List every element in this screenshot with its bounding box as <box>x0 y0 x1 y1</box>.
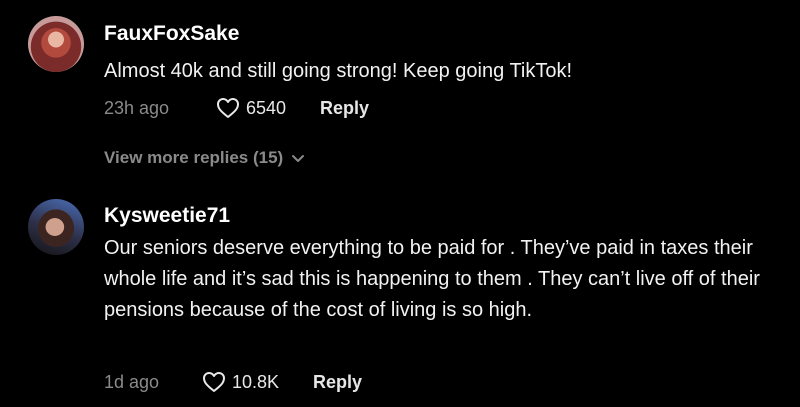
comment-text: Almost 40k and still going strong! Keep … <box>104 60 573 82</box>
like-button[interactable]: 6540 <box>216 97 286 119</box>
comment-username[interactable]: Kysweetie71 <box>104 204 230 228</box>
heart-icon <box>217 98 239 118</box>
heart-icon <box>203 372 225 392</box>
like-count: 6540 <box>246 97 287 118</box>
comment-timestamp: 23h ago <box>104 97 170 118</box>
reply-button[interactable]: Reply <box>320 98 369 119</box>
chevron-down-icon <box>292 155 305 162</box>
comment-timestamp: 1d ago <box>104 371 160 392</box>
comment-text: Our seniors deserve everything to be pai… <box>104 237 760 321</box>
like-count: 10.8K <box>232 371 280 392</box>
comment-username[interactable]: FauxFoxSake <box>104 22 239 46</box>
comment-meta: 1d ago 10.8K Reply <box>104 368 362 396</box>
view-more-replies-button[interactable]: View more replies (15) <box>104 148 305 168</box>
view-more-label: View more replies (15) <box>104 148 284 167</box>
like-button[interactable]: 10.8K <box>202 371 279 393</box>
avatar[interactable] <box>28 199 84 255</box>
avatar[interactable] <box>28 16 84 72</box>
comment-meta: 23h ago 6540 Reply <box>104 94 369 122</box>
reply-button[interactable]: Reply <box>313 372 362 393</box>
